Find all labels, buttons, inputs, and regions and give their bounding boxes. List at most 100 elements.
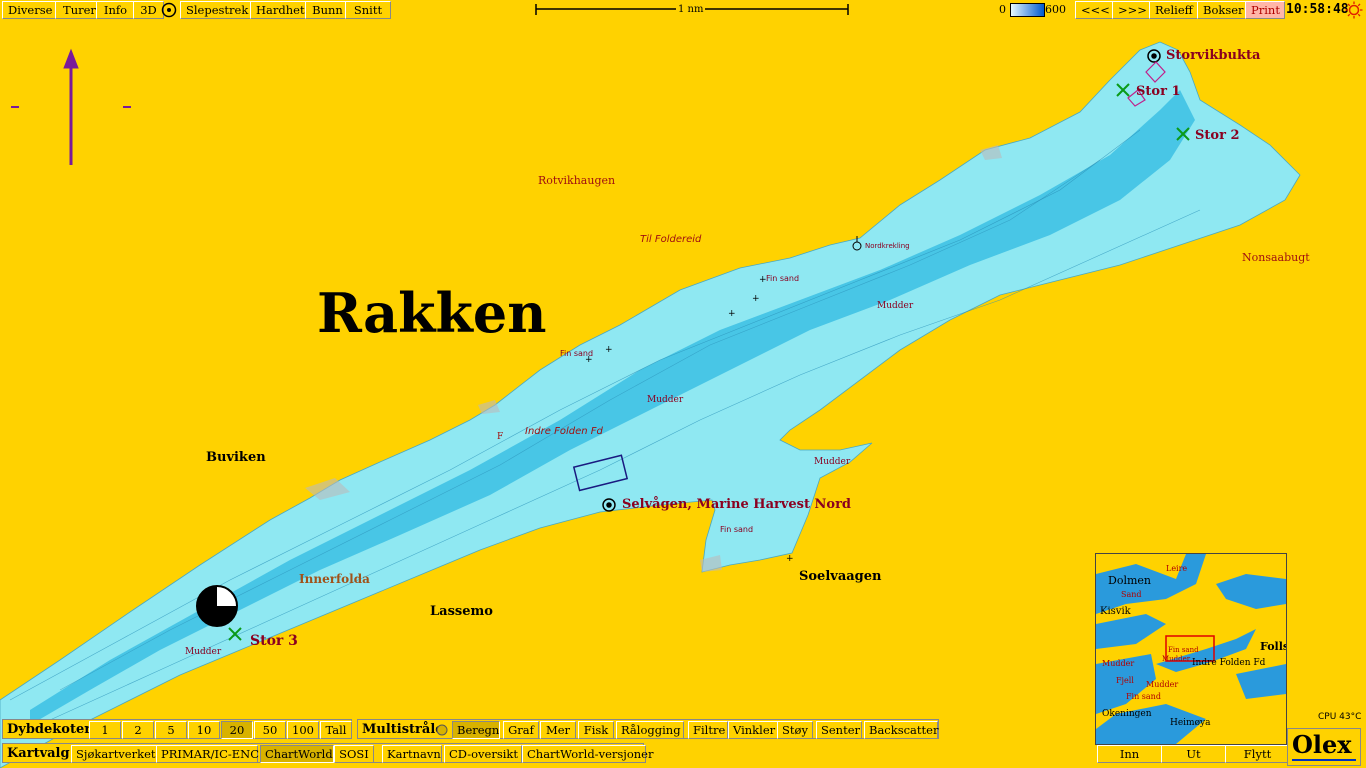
nonsaabugt-label: Nonsaabugt [1242,251,1310,264]
inset-label-fjell: Fjell [1116,676,1134,685]
move-button[interactable]: Flytt [1225,745,1290,763]
contour-tall-button[interactable]: Tall [320,721,352,739]
til-foldereid-label: Til Foldereid [640,234,702,245]
stor3-label: Stor 3 [250,633,298,649]
inset-label-heimoya: Heimøya [1170,718,1211,728]
inset-label-kisvik: Kisvik [1100,606,1131,617]
slepestrek-button[interactable]: Slepestrek [180,1,251,19]
mudder-label-4: Mudder [185,647,222,657]
contour-2-button[interactable]: 2 [122,721,154,739]
multistrale-panel: Multistråle Beregn Graf Mer Fisk Råloggi… [357,719,939,739]
mer-button[interactable]: Mer [540,721,576,739]
inset-label-fin-sand: Fin sand [1168,646,1199,654]
overview-map-controls: Inn Ut Flytt [1095,744,1290,764]
relieff-button[interactable]: Relieff [1149,1,1198,19]
sosi-button[interactable]: SOSI [334,745,374,763]
vinkler-button[interactable]: Vinkler [728,721,778,739]
fin-sand-label-1: Fin sand [766,274,800,283]
ralogging-button[interactable]: Rålogging [616,721,684,739]
fin-sand-label-2: Fin sand [560,349,594,358]
olex-underline [1292,759,1356,761]
hardhet-button[interactable]: Hardhet [250,1,308,19]
contour-5-button[interactable]: 5 [155,721,187,739]
inset-label-leire: Leire [1166,564,1188,573]
snitt-button[interactable]: Snitt [345,1,391,19]
contour-10-button[interactable]: 10 [188,721,220,739]
info-button[interactable]: Info [96,1,135,19]
multistrale-indicator-icon [436,724,448,736]
kartnavn-button[interactable]: Kartnavn [382,745,442,763]
depth-max-label: 600 [1045,3,1066,16]
nordkrekling-label: Nordkrekling [865,242,910,250]
sun-icon[interactable] [1344,1,1364,19]
dybdekoter-panel: Dybdekoter 1 2 5 10 20 50 100 Tall [2,719,352,739]
chartworld-versjoner-button[interactable]: ChartWorld-versjoner [522,745,653,763]
contour-100-button[interactable]: 100 [287,721,319,739]
diverse-button[interactable]: Diverse [2,1,56,19]
ownship-symbol [196,585,238,627]
f-mark-label: F [497,432,504,442]
print-button[interactable]: Print [1245,1,1285,19]
inset-label-okeningen: Okeningen [1102,709,1152,719]
kartvalg-panel: Kartvalg Sjøkartverket PRIMAR/IC-ENC Cha… [2,743,653,763]
bunn-button[interactable]: Bunn [305,1,350,19]
top-toolbar: Diverse Turer Info 3D Slepestrek Hardhet… [0,0,1366,20]
inset-label-fin-sand-2: Fin sand [1126,692,1161,701]
sjokartverket-button[interactable]: Sjøkartverket [71,745,157,763]
stor1-label: Stor 1 [1136,84,1181,99]
svg-text:+: + [728,309,736,319]
chartworld-button[interactable]: ChartWorld [260,745,334,763]
svg-text:+: + [752,294,760,304]
mudder-label-3: Mudder [814,457,851,467]
overview-map[interactable]: Dolmen Kisvik Leire Fin sand Mudder Indr… [1095,553,1287,745]
depth-min-label: 0 [999,3,1006,16]
map-title: Rakken [317,281,547,345]
mudder-label-1: Mudder [877,301,914,311]
filtre-button[interactable]: Filtre [688,721,728,739]
contour-1-button[interactable]: 1 [89,721,121,739]
contour-50-button[interactable]: 50 [254,721,286,739]
storvikbukta-label: Storvikbukta [1166,48,1261,63]
multistrale-title: Multistråle [362,722,444,737]
stoy-button[interactable]: Støy [777,721,813,739]
mudder-label-2: Mudder [647,395,684,405]
soelvaagen-label: Soelvaagen [799,569,882,584]
scale-label: 1 nm [676,4,706,15]
senter-button[interactable]: Senter [816,721,862,739]
zoom-out-button[interactable]: Ut [1161,745,1226,763]
olex-logo-box: Olex [1287,728,1361,766]
backscatter-button[interactable]: Backscatter [864,721,938,739]
back-button[interactable]: <<< [1075,1,1113,19]
stor2-label: Stor 2 [1195,128,1240,143]
svg-text:+: + [605,345,613,355]
dybdekoter-title: Dybdekoter [7,722,92,737]
selvagen-label: Selvågen, Marine Harvest Nord [622,497,852,512]
innerfolda-label: Innerfolda [299,572,370,586]
depth-gradient [1010,3,1045,17]
primar-button[interactable]: PRIMAR/IC-ENC [156,745,259,763]
inset-label-mudder-3: Mudder [1102,659,1135,668]
inset-label-indre-folden: Indre Folden Fd [1192,658,1266,668]
rotvikhaugen-label: Rotvikhaugen [538,174,616,187]
indre-folden-label: Indre Folden Fd [525,426,603,437]
olex-logo: Olex [1292,730,1352,759]
bokser-button[interactable]: Bokser [1197,1,1246,19]
svg-text:+: + [786,554,794,564]
cpu-temperature: CPU 43°C [1318,712,1362,722]
lassemo-label: Lassemo [430,604,493,619]
inset-label-mudder-1: Mudder [1162,655,1191,663]
beregn-button[interactable]: Beregn [452,721,500,739]
graf-button[interactable]: Graf [503,721,539,739]
inset-label-mudder-2: Mudder [1146,680,1179,689]
target-icon[interactable] [161,2,177,18]
3d-button[interactable]: 3D [133,1,164,19]
forward-button[interactable]: >>> [1112,1,1150,19]
buviken-label: Buviken [206,450,266,465]
fisk-button[interactable]: Fisk [578,721,614,739]
cd-oversikt-button[interactable]: CD-oversikt [444,745,522,763]
contour-20-button[interactable]: 20 [221,721,253,739]
inset-label-dolmen: Dolmen [1108,574,1151,587]
fin-sand-label-3: Fin sand [720,525,754,534]
inset-label-folls: Folls [1260,640,1287,653]
zoom-in-button[interactable]: Inn [1097,745,1162,763]
